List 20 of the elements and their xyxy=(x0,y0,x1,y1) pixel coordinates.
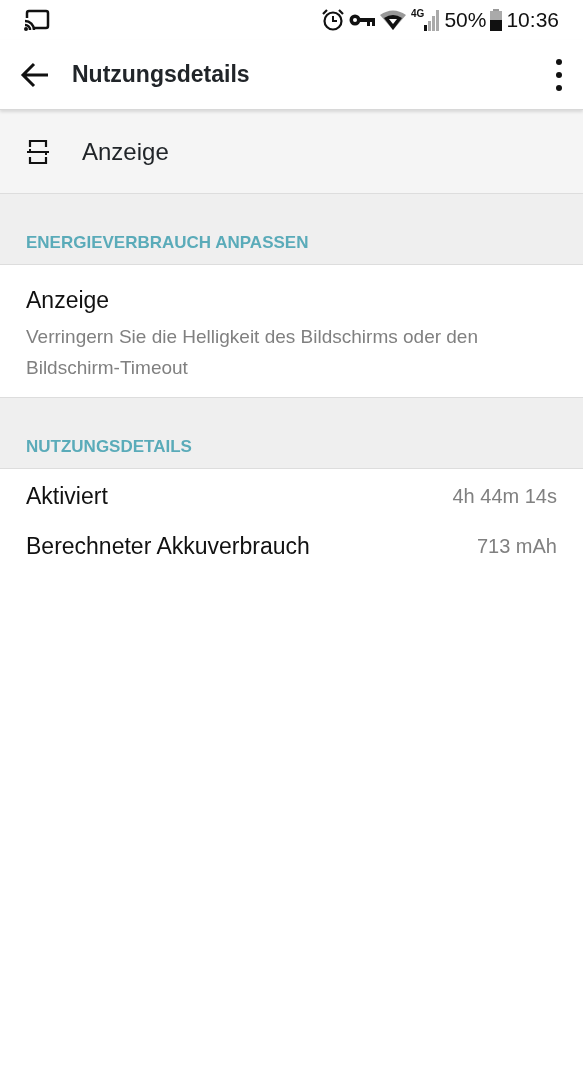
more-options-button[interactable] xyxy=(555,57,563,92)
back-button[interactable] xyxy=(20,61,50,88)
battery-icon xyxy=(490,9,503,31)
stat-label: Aktiviert xyxy=(26,481,108,511)
section-header: NUTZUNGSDETAILS xyxy=(0,398,583,469)
screen-title: Nutzungsdetails xyxy=(72,60,250,90)
stat-label: Berechneter Akkuverbrauch xyxy=(26,532,310,561)
cast-icon xyxy=(24,9,50,31)
key-icon xyxy=(349,12,376,28)
stat-value: 713 mAh xyxy=(476,534,557,560)
stat-value: 4h 44m 14s xyxy=(452,483,557,509)
signal-icon xyxy=(424,9,441,31)
display-icon xyxy=(26,137,50,166)
clock-time: 10:36 xyxy=(506,7,559,34)
wifi-icon xyxy=(379,9,408,31)
section-header: ENERGIEVERBRAUCH ANPASSEN xyxy=(0,194,583,265)
alarm-clock-icon xyxy=(321,8,346,32)
battery-percentage: 50% xyxy=(444,7,487,34)
app-name: Anzeige xyxy=(82,136,169,167)
network-type-label: 4G xyxy=(411,9,425,19)
